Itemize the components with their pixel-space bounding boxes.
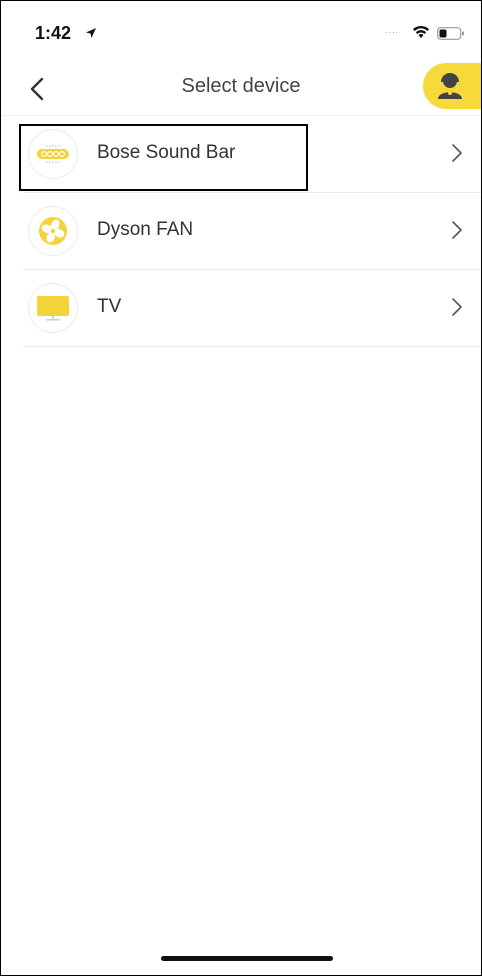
app-screen: 1:42 .... Select device Bose Sound Bar D… <box>0 0 482 976</box>
status-time: 1:42 <box>35 23 72 43</box>
customer-support-icon <box>438 73 462 99</box>
device-icon-container <box>28 129 78 179</box>
battery-icon <box>437 27 464 40</box>
wifi-icon <box>413 25 429 38</box>
device-item-tv[interactable]: TV <box>1 270 481 347</box>
device-label: Dyson FAN <box>97 219 194 240</box>
device-icon-container <box>28 206 78 256</box>
location-arrow-icon <box>86 28 96 38</box>
status-bar: 1:42 .... <box>1 1 481 63</box>
list-divider <box>23 346 481 347</box>
home-indicator[interactable] <box>161 956 333 961</box>
device-icon-container <box>28 283 78 333</box>
device-item-bose-sound-bar[interactable]: Bose Sound Bar <box>1 116 481 193</box>
chevron-right-icon <box>452 221 462 239</box>
device-list: Bose Sound Bar Dyson FAN TV <box>1 116 481 347</box>
device-item-dyson-fan[interactable]: Dyson FAN <box>1 193 481 270</box>
fan-icon <box>39 217 67 245</box>
device-label: TV <box>97 296 122 317</box>
tv-icon <box>37 296 69 321</box>
sound-bar-icon <box>37 145 69 163</box>
page-title: Select device <box>181 75 301 97</box>
signal-indicator: .... <box>385 25 400 35</box>
chevron-right-icon <box>452 144 462 162</box>
nav-bar: Select device <box>1 63 481 115</box>
chevron-right-icon <box>452 298 462 316</box>
device-label: Bose Sound Bar <box>97 142 236 163</box>
customer-support-button[interactable] <box>423 63 481 109</box>
